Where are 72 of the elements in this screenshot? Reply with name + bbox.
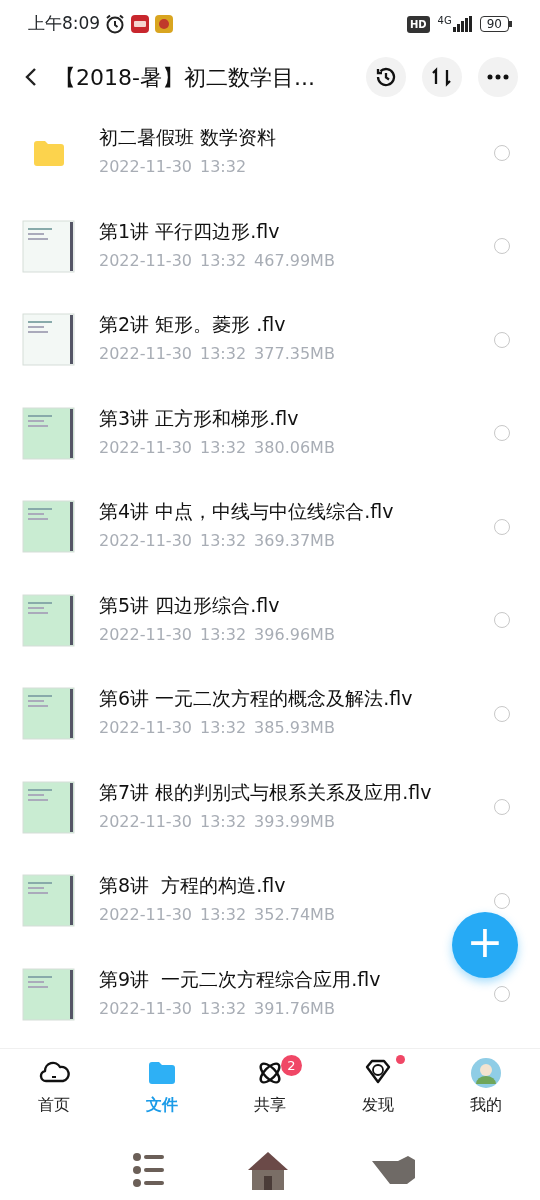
- file-time: 13:32: [200, 717, 247, 740]
- folder-icon: [32, 139, 65, 166]
- select-radio[interactable]: [494, 518, 510, 535]
- select-radio[interactable]: [494, 986, 510, 1003]
- select-radio[interactable]: [494, 892, 510, 909]
- file-name: 第1讲 平行四边形.flv: [99, 219, 281, 243]
- file-size: 467.99MB: [254, 249, 335, 272]
- select-radio[interactable]: [494, 238, 510, 255]
- file-name: 第5讲 四边形综合.flv: [99, 593, 281, 617]
- file-date: 2022-11-30: [99, 249, 192, 272]
- file-date: 2022-11-30: [99, 623, 192, 646]
- file-date: 2022-11-30: [99, 904, 192, 927]
- file-date: 2022-11-30: [99, 997, 192, 1020]
- file-size: 391.76MB: [254, 997, 335, 1020]
- app-icon: [130, 14, 151, 34]
- status-time: 上午8:09: [28, 12, 101, 36]
- file-time: 13:32: [200, 810, 247, 833]
- file-date: 2022-11-30: [99, 343, 192, 366]
- network-label: 4G: [437, 16, 452, 26]
- select-radio[interactable]: [494, 612, 510, 629]
- select-radio[interactable]: [494, 425, 510, 442]
- avatar: [470, 1057, 502, 1089]
- file-size: 380.06MB: [254, 436, 335, 459]
- file-time: 13:32: [200, 249, 247, 272]
- file-date: 2022-11-30: [99, 156, 192, 179]
- file-name: 第2讲 矩形。菱形 .flv: [99, 313, 287, 337]
- file-date: 2022-11-30: [99, 530, 192, 553]
- file-name: 第3讲 正方形和梯形.flv: [99, 406, 300, 430]
- file-date: 2022-11-30: [99, 810, 192, 833]
- file-time: 13:32: [200, 904, 247, 927]
- file-time: 13:32: [200, 343, 247, 366]
- nav-tab[interactable]: 共享 2: [216, 1049, 324, 1140]
- select-radio[interactable]: [494, 799, 510, 816]
- file-name: 第4讲 中点，中线与中位线综合.flv: [99, 500, 395, 524]
- file-date: 2022-11-30: [99, 717, 192, 740]
- file-time: 13:32: [200, 530, 247, 553]
- file-size: 396.96MB: [254, 623, 335, 646]
- file-time: 13:32: [200, 997, 247, 1020]
- file-size: 377.35MB: [254, 343, 335, 366]
- signal-icon: [451, 16, 472, 32]
- sort-icon: [431, 66, 453, 88]
- select-radio[interactable]: [494, 144, 510, 161]
- select-radio[interactable]: [494, 331, 510, 348]
- history-button[interactable]: [366, 57, 406, 97]
- file-size: 385.93MB: [254, 717, 335, 740]
- folder-title: 【2018-暑】初二数学目...: [54, 63, 316, 92]
- menu-icon[interactable]: [132, 1152, 166, 1188]
- history-icon: [374, 65, 398, 89]
- app-icon: [154, 14, 175, 34]
- nav-tab[interactable]: 首页: [0, 1049, 108, 1140]
- file-size: 369.37MB: [254, 530, 335, 553]
- file-date: 2022-11-30: [99, 436, 192, 459]
- nav-tab[interactable]: 发现: [324, 1049, 432, 1140]
- file-name: 第9讲 一元二次方程综合应用.flv: [99, 967, 382, 991]
- file-size: 393.99MB: [254, 810, 335, 833]
- file-time: 13:32: [200, 156, 247, 179]
- battery-tip-icon: [509, 21, 512, 27]
- file-name: 第7讲 根的判别式与根系关系及应用.flv: [99, 780, 433, 804]
- file-time: 13:32: [200, 623, 247, 646]
- notification-badge: 2: [281, 1055, 302, 1076]
- file-name: 初二暑假班 数学资料: [99, 126, 278, 150]
- file-size: 352.74MB: [254, 904, 335, 927]
- sort-button[interactable]: [422, 57, 462, 97]
- more-icon: [487, 74, 509, 80]
- file-name: 第6讲 一元二次方程的概念及解法.flv: [99, 687, 414, 711]
- hd-label: HD: [406, 15, 430, 33]
- nav-tab[interactable]: 我的: [432, 1049, 540, 1140]
- more-button[interactable]: [478, 57, 518, 97]
- file-name: 第8讲 方程的构造.flv: [99, 874, 287, 898]
- file-time: 13:32: [200, 436, 247, 459]
- battery-level: 90: [479, 16, 509, 32]
- select-radio[interactable]: [494, 705, 510, 722]
